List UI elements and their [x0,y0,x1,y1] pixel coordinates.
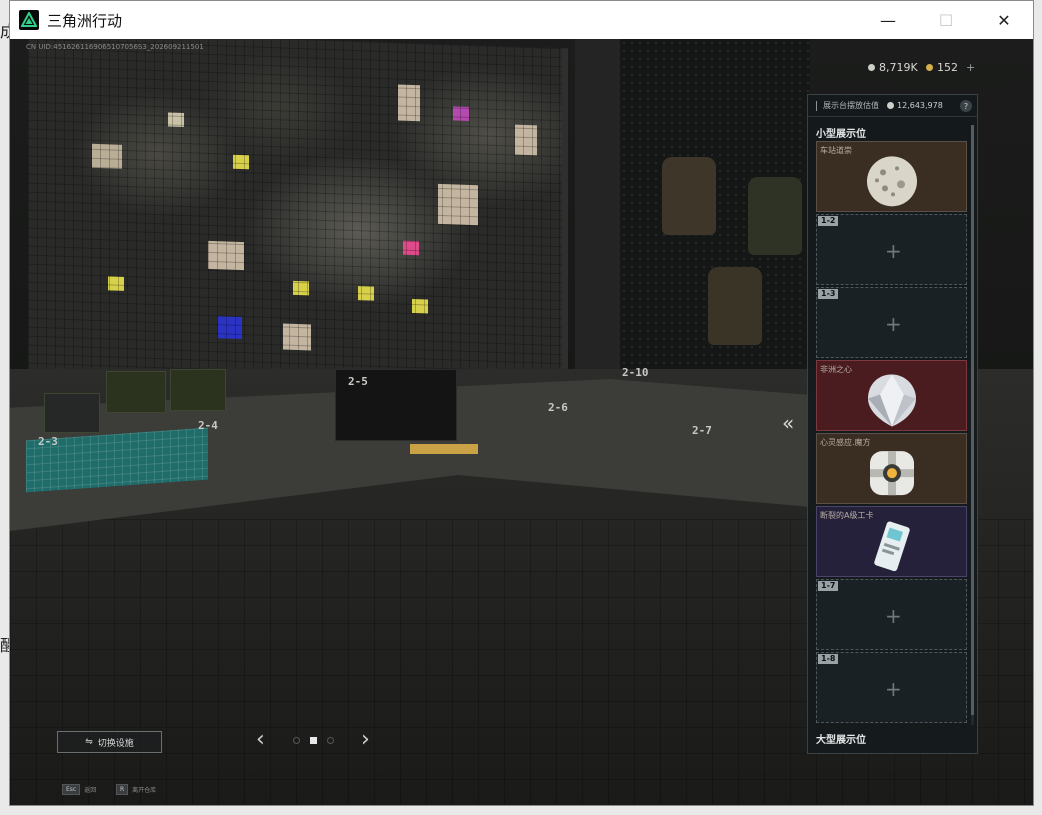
slot-tag: 2-5 [348,375,368,388]
currency-gold: 152 + [926,61,975,74]
moon-orb-icon [866,155,917,206]
switch-facility-label: 切换设施 [97,738,134,749]
wall-pillar [575,39,620,399]
display-slot[interactable]: 断裂的A级工卡 [816,506,967,577]
tool-case [44,393,100,433]
display-slot-empty[interactable]: 1-8 + [816,652,967,723]
map-note [358,286,374,301]
keycard-icon [873,521,910,571]
gold-item [410,444,478,454]
display-slot-empty[interactable]: 1-2 + [816,214,967,285]
add-item-icon[interactable]: + [885,314,902,334]
map-note [218,316,242,340]
currency-silver: 8,719K [868,61,918,74]
slot-item-name: 心灵感应.魔方 [820,438,871,447]
valuation-amount: 12,643,978 [897,101,943,110]
page-dot[interactable] [293,737,300,744]
valuation-coin-icon [887,102,894,109]
map-note [515,124,537,156]
game-window: 三角洲行动 — ☐ ✕ 2-3 2-4 2-5 2-6 2-7 2-10 CN … [9,0,1034,806]
tactical-vest [708,267,762,345]
map-note [412,298,428,314]
cube-icon [869,450,914,495]
add-item-icon[interactable]: + [885,606,902,626]
pegboard [620,39,810,369]
silver-coin-icon [868,64,875,71]
esc-hint-label: 返回 [84,787,97,794]
add-item-icon[interactable]: + [885,241,902,261]
maximize-button[interactable]: ☐ [917,1,975,39]
collapse-panel-icon[interactable]: « [782,411,794,435]
map-note [438,183,478,226]
display-slot[interactable]: 心灵感应.魔方 [816,433,967,504]
map-note [208,240,244,271]
gold-coin-icon [926,64,933,71]
app-icon [19,10,39,30]
esc-hint[interactable]: Esc 返回 [62,784,96,795]
slot-number: 1-8 [818,654,839,664]
small-display-title: 小型展示位 [816,129,866,140]
prev-page-button[interactable]: ‹ [256,729,265,751]
display-slot[interactable]: 车站道崇 [816,141,967,212]
slot-item-name: 非洲之心 [820,365,852,374]
map-note [403,240,419,256]
window-controls: — ☐ ✕ [859,1,1033,39]
valuation-label: 展示台摆放估值 [823,101,879,110]
map-note [293,280,309,296]
window-title: 三角洲行动 [47,11,123,30]
slot-tag: 2-3 [38,435,58,448]
scrollbar[interactable] [971,125,974,725]
large-display-title: 大型展示位 [816,735,866,746]
uid-label: CN UID:4516261169065107056S3_20260921150… [26,43,204,51]
title-bar: 三角洲行动 — ☐ ✕ [10,1,1033,39]
map-board [28,39,568,389]
slot-tag: 2-4 [198,419,218,432]
minimize-button[interactable]: — [859,1,917,39]
valuation-value: 12,643,978 [887,101,943,110]
slot-number: 1-2 [818,216,839,226]
add-item-icon[interactable]: + [885,679,902,699]
display-slot-empty[interactable]: 1-7 + [816,579,967,650]
page-dot[interactable] [327,737,334,744]
display-slot-empty[interactable]: 1-3 + [816,287,967,358]
scrollbar-thumb[interactable] [971,125,974,715]
help-icon[interactable]: ? [960,100,972,112]
map-note [233,154,249,170]
game-viewport[interactable]: 2-3 2-4 2-5 2-6 2-7 2-10 CN UID:45162611… [10,39,1033,805]
tactical-vest [662,157,716,235]
panel-header: 展示台摆放估值 12,643,978 ? [808,95,977,117]
leave-hint-label: 离开仓库 [132,787,157,794]
swap-icon: ⇋ [85,737,93,747]
currency-silver-value: 8,719K [879,61,918,74]
tactical-vest [748,177,802,255]
esc-key: Esc [62,784,81,795]
ammo-crate [106,371,166,413]
display-slot[interactable]: 非洲之心 [816,360,967,431]
map-note [283,323,311,351]
leave-hint[interactable]: R 离开仓库 [116,784,156,795]
currency-gold-value: 152 [937,61,958,74]
currency-add-button[interactable]: + [966,61,975,74]
map-note [168,112,184,128]
close-button[interactable]: ✕ [975,1,1033,39]
slot-item-name: 车站道崇 [820,146,852,155]
page-dot-active[interactable] [310,737,317,744]
map-note [453,106,469,121]
switch-facility-button[interactable]: ⇋ 切换设施 [57,731,162,753]
map-note [92,143,122,169]
ammo-crate [170,369,226,411]
slot-tag: 2-7 [692,424,712,437]
map-note [398,84,420,122]
diamond-icon [867,373,916,426]
map-note [108,276,124,291]
display-panel: 展示台摆放估值 12,643,978 ? 小型展示位 车站道崇 1-2 + 1-… [807,94,978,754]
header-divider [816,100,817,111]
slot-item-name: 断裂的A级工卡 [820,511,874,520]
slot-tag: 2-10 [622,366,649,379]
slot-number: 1-7 [818,581,839,591]
r-key: R [116,784,129,795]
slot-number: 1-3 [818,289,839,299]
slot-tag: 2-6 [548,401,568,414]
next-page-button[interactable]: › [361,729,370,751]
